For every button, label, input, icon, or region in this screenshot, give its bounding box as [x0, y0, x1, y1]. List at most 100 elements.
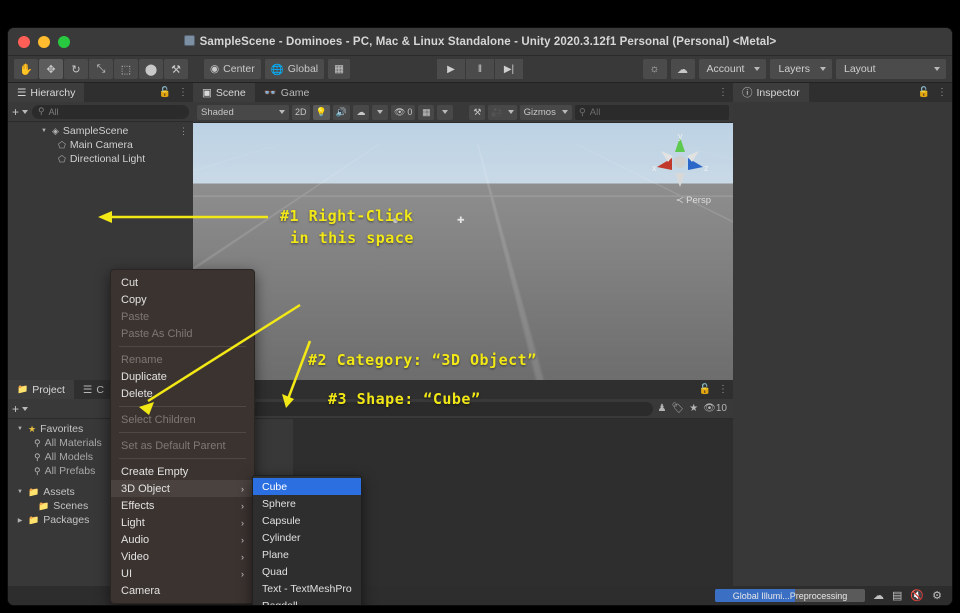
hierarchy-item-samplescene[interactable]: ▼ ◈ SampleScene ⋮: [8, 124, 193, 138]
expand-arrow-icon[interactable]: ▼: [16, 426, 24, 432]
project-item-label: Assets: [43, 486, 75, 498]
toggle-2d-button[interactable]: 2D: [292, 104, 310, 120]
lighting-icon[interactable]: ☼: [642, 59, 667, 79]
layers-icon[interactable]: ▤: [892, 589, 902, 602]
close-button[interactable]: [18, 35, 30, 48]
hierarchy-item-directional-light[interactable]: ⬠ Directional Light: [8, 152, 193, 166]
scene-fx-dropdown[interactable]: [371, 104, 388, 120]
hierarchy-search-input[interactable]: ⚲ All: [32, 104, 189, 119]
scene-grid-dropdown[interactable]: [437, 104, 454, 120]
3d-object-submenu[interactable]: Cube Sphere Capsule Cylinder Plane Quad …: [252, 475, 362, 605]
progress-bar[interactable]: Global Illumi...Preprocessing: [715, 589, 866, 602]
project-add-button[interactable]: +: [12, 402, 29, 416]
context-menu-item-camera[interactable]: Camera: [111, 582, 254, 599]
scale-tool[interactable]: ⤡: [89, 59, 113, 79]
step-button[interactable]: ▶|: [495, 59, 523, 79]
submenu-item-capsule[interactable]: Capsule: [253, 512, 361, 529]
scene-search-input[interactable]: ⚲ All: [574, 104, 729, 120]
play-button[interactable]: ▶: [437, 59, 465, 79]
perspective-label[interactable]: ≺ Persp: [676, 195, 711, 206]
kebab-menu-icon[interactable]: ⋮: [718, 87, 728, 98]
scene-tab-actions[interactable]: ⋮: [718, 87, 728, 98]
expand-arrow-icon[interactable]: ▼: [16, 489, 24, 495]
account-dropdown[interactable]: Account: [698, 59, 767, 79]
scene-audio-toggle[interactable]: 🔊: [332, 104, 350, 120]
submenu-item-plane[interactable]: Plane: [253, 546, 361, 563]
context-menu-item-copy[interactable]: Copy: [111, 291, 254, 308]
grid-snap-button[interactable]: ▦: [328, 59, 351, 79]
custom-tool[interactable]: ⚒: [164, 59, 188, 79]
hidden-assets-icon[interactable]: 👁10: [703, 403, 727, 414]
expand-arrow-icon[interactable]: ▼: [40, 128, 48, 134]
submenu-item-cube[interactable]: Cube: [253, 478, 361, 495]
add-object-button[interactable]: +: [12, 105, 29, 119]
project-browser-actions[interactable]: 🔓 ⋮: [699, 384, 728, 395]
context-menu-item-create-empty[interactable]: Create Empty: [111, 463, 254, 480]
lock-icon[interactable]: 🔓: [159, 87, 171, 98]
filter-favorite-icon[interactable]: ★: [689, 403, 698, 414]
cloud-icon[interactable]: ☁: [670, 59, 695, 79]
kebab-menu-icon[interactable]: ⋮: [179, 126, 188, 137]
context-menu-item-cut[interactable]: Cut: [111, 274, 254, 291]
submenu-item-sphere[interactable]: Sphere: [253, 495, 361, 512]
busy-icon[interactable]: ⚙: [932, 589, 942, 602]
hand-tool[interactable]: ✋: [14, 59, 38, 79]
hidden-objects-button[interactable]: 👁 0: [390, 104, 416, 120]
filter-type-icon[interactable]: ♟: [658, 403, 667, 414]
tab-console[interactable]: ☰ C: [74, 380, 113, 399]
context-menu-item-delete[interactable]: Delete: [111, 385, 254, 402]
tab-scene[interactable]: ▣ Scene: [193, 83, 255, 102]
rect-tool[interactable]: ⬚: [114, 59, 138, 79]
context-menu-item-3d-object[interactable]: 3D Object ›: [111, 480, 254, 497]
pause-button[interactable]: ‖: [466, 59, 494, 79]
lock-icon[interactable]: 🔓: [699, 384, 711, 395]
tab-inspector[interactable]: ⓘ Inspector: [733, 83, 809, 102]
shading-mode-dropdown[interactable]: Shaded: [197, 104, 289, 120]
rotate-tool[interactable]: ↻: [64, 59, 88, 79]
inspector-tab-actions[interactable]: 🔓 ⋮: [918, 87, 947, 98]
hierarchy-tab-actions[interactable]: 🔓 ⋮: [159, 87, 188, 98]
filter-label-icon[interactable]: 🏷: [672, 403, 685, 414]
gizmos-dropdown[interactable]: Gizmos: [519, 104, 572, 120]
scene-camera-button[interactable]: 🎥: [488, 104, 517, 120]
scene-orientation-gizmo[interactable]: x y z: [649, 131, 711, 193]
hierarchy-context-menu[interactable]: Cut Copy Paste Paste As Child Rename Dup…: [110, 269, 255, 604]
collab-icon[interactable]: ☁: [873, 589, 884, 602]
tab-hierarchy[interactable]: ☰ Hierarchy: [8, 83, 85, 102]
layout-dropdown[interactable]: Layout: [836, 59, 946, 79]
scene-lighting-toggle[interactable]: 💡: [312, 104, 330, 120]
camera-gizmo[interactable]: ✚: [457, 215, 466, 225]
submenu-item-text-textmeshpro[interactable]: Text - TextMeshPro: [253, 580, 361, 597]
mute-icon[interactable]: 🔇: [910, 589, 924, 602]
window-controls[interactable]: [8, 35, 70, 48]
maximize-button[interactable]: [58, 35, 70, 48]
context-menu-item-effects[interactable]: Effects ›: [111, 497, 254, 514]
scene-fx-button[interactable]: ☁: [352, 104, 369, 120]
layers-dropdown[interactable]: Layers: [770, 59, 832, 79]
kebab-menu-icon[interactable]: ⋮: [178, 87, 188, 98]
minimize-button[interactable]: [38, 35, 50, 48]
scene-tools-button[interactable]: ⚒: [469, 104, 486, 120]
lock-icon[interactable]: 🔓: [918, 87, 930, 98]
kebab-menu-icon[interactable]: ⋮: [718, 384, 728, 395]
move-tool[interactable]: ✥: [39, 59, 63, 79]
hierarchy-item-main-camera[interactable]: ⬠ Main Camera: [8, 138, 193, 152]
context-menu-item-audio[interactable]: Audio ›: [111, 531, 254, 548]
transform-tool[interactable]: ⬤: [139, 59, 163, 79]
context-menu-item-light[interactable]: Light ›: [111, 514, 254, 531]
transform-tools[interactable]: ✋ ✥ ↻ ⤡ ⬚ ⬤ ⚒: [14, 59, 188, 79]
tab-project[interactable]: 📁 Project: [8, 380, 74, 399]
kebab-menu-icon[interactable]: ⋮: [937, 87, 947, 98]
tab-game[interactable]: 👓 Game: [255, 83, 319, 102]
pivot-mode-button[interactable]: ◉ Center: [204, 59, 261, 79]
submenu-item-ragdoll[interactable]: Ragdoll...: [253, 597, 361, 606]
context-menu-item-ui[interactable]: UI ›: [111, 565, 254, 582]
submenu-item-quad[interactable]: Quad: [253, 563, 361, 580]
context-menu-item-duplicate[interactable]: Duplicate: [111, 368, 254, 385]
context-menu-item-video[interactable]: Video ›: [111, 548, 254, 565]
playback-controls[interactable]: ▶ ‖ ▶|: [437, 59, 523, 79]
submenu-item-cylinder[interactable]: Cylinder: [253, 529, 361, 546]
expand-arrow-icon[interactable]: ▶: [16, 517, 24, 524]
handle-space-button[interactable]: 🌐 Global: [264, 59, 325, 79]
scene-grid-button[interactable]: ▦: [418, 104, 435, 120]
